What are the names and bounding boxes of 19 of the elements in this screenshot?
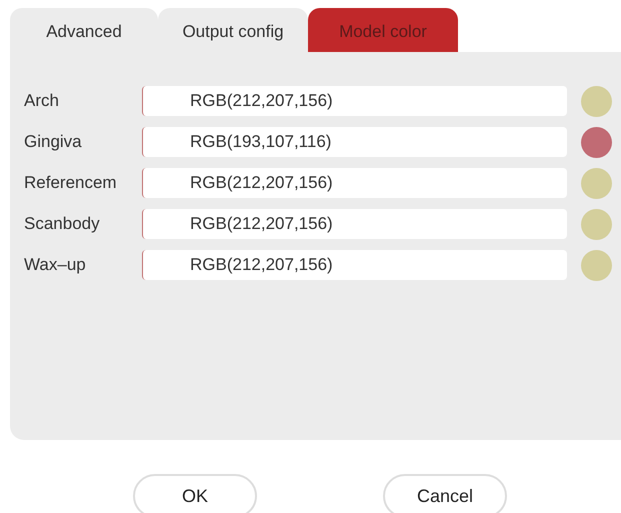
color-field[interactable]: RGB(193,107,116)	[142, 127, 567, 157]
color-field[interactable]: RGB(212,207,156)	[142, 209, 567, 239]
tab[interactable]: Output config	[158, 8, 308, 52]
model-label: Scanbody	[24, 214, 101, 234]
color-swatch[interactable]	[581, 208, 612, 240]
model-label: Gingiva	[24, 132, 83, 152]
dialog-button[interactable]: Cancel	[383, 474, 507, 513]
dialog-button[interactable]: OK	[133, 474, 257, 513]
color-field[interactable]: RGB(212,207,156)	[142, 168, 567, 198]
color-swatch[interactable]	[581, 86, 612, 116]
color-field[interactable]: RGB(212,207,156)	[142, 86, 567, 116]
model-label: Wax–up	[24, 255, 87, 275]
color-swatch[interactable]	[581, 168, 612, 198]
tab[interactable]: Advanced	[10, 8, 158, 52]
color-field[interactable]: RGB(212,207,156)	[142, 250, 567, 280]
model-label: Referencem	[24, 173, 118, 193]
color-swatch[interactable]	[581, 250, 612, 280]
color-swatch[interactable]	[581, 126, 612, 158]
model-label: Arch	[24, 91, 60, 111]
